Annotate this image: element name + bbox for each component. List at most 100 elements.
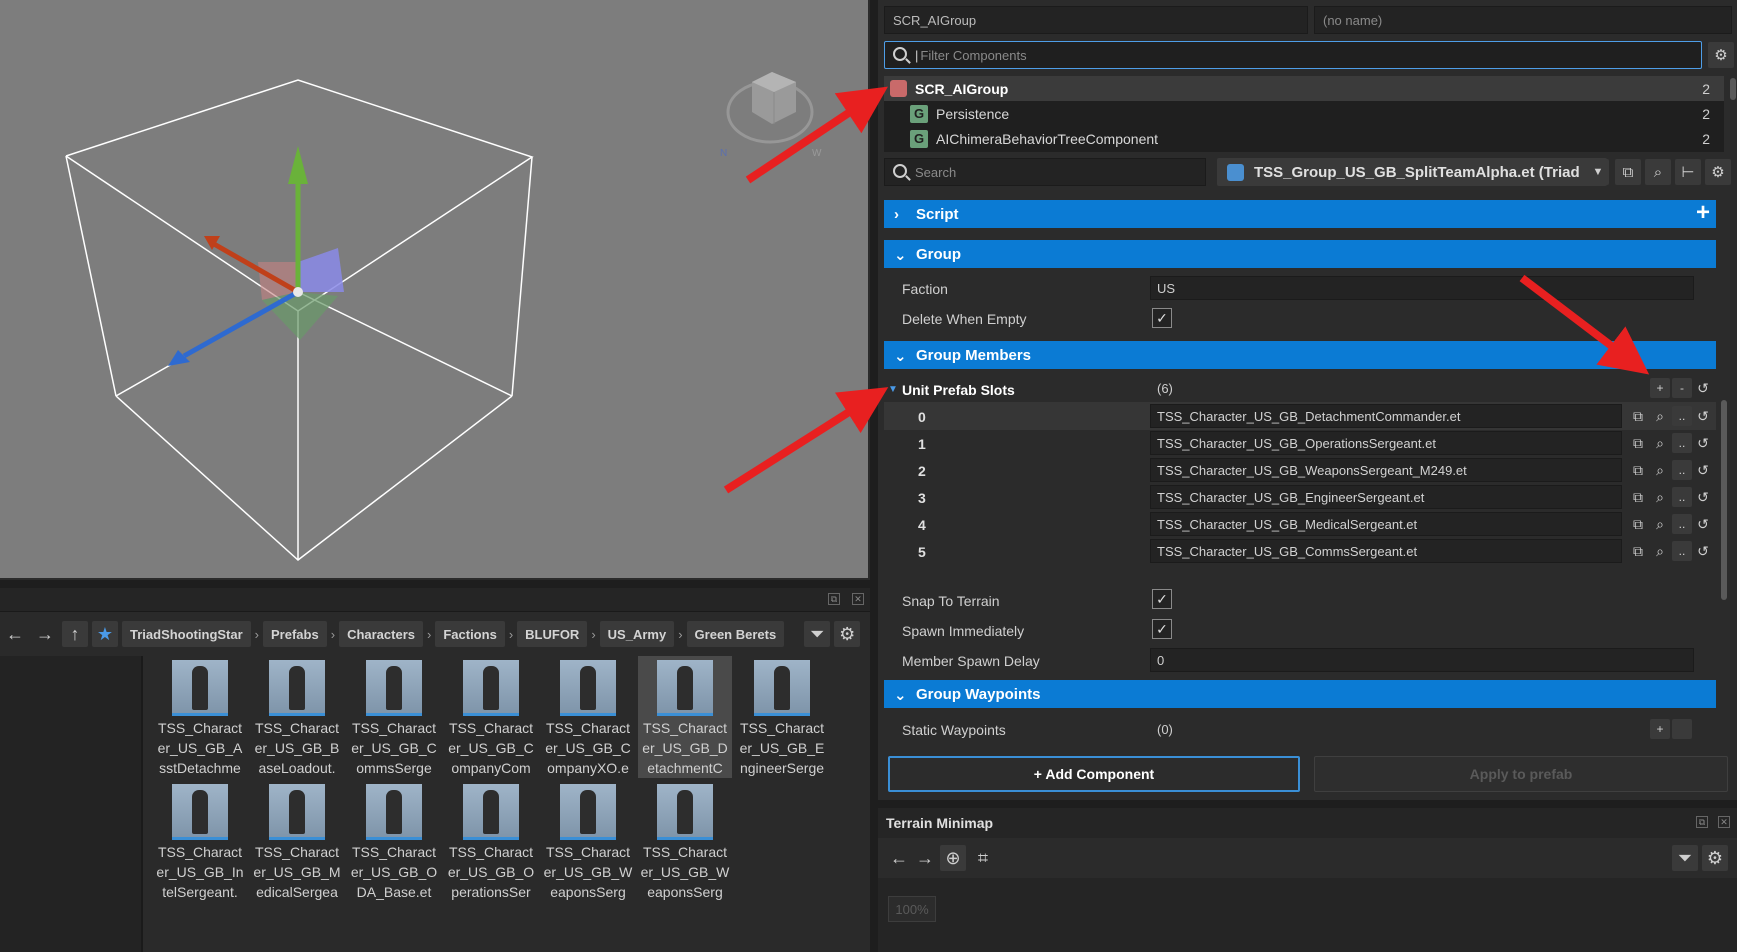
browse-dots-button[interactable]: .. [1672,487,1692,507]
slot-prefab-field[interactable]: TSS_Character_US_GB_WeaponsSergeant_M249… [1150,458,1622,482]
locate-search-icon[interactable]: ⌕ [1650,406,1670,426]
add-slot-button[interactable]: + [1650,378,1670,398]
slot-prefab-field[interactable]: TSS_Character_US_GB_MedicalSergeant.et [1150,512,1622,536]
component-item[interactable]: G AIChimeraBehaviorTreeComponent 2 [884,126,1724,151]
gear-icon[interactable]: ⚙ [1705,159,1731,185]
close-icon[interactable]: ✕ [852,593,864,605]
breadcrumb-item[interactable]: Green Berets [686,621,785,647]
section-group-waypoints[interactable]: ⌄ Group Waypoints [884,680,1716,708]
locate-search-icon[interactable]: ⌕ [1645,159,1671,185]
breadcrumb-item[interactable]: BLUFOR [517,621,588,647]
filter-components-input[interactable]: | Filter Components [884,41,1702,69]
browse-dots-button[interactable]: .. [1672,541,1692,561]
expand-triangle-icon[interactable]: ▼ [888,384,898,395]
asset-tile[interactable]: TSS_Character_US_GB_ODA_Base.et [347,780,441,902]
snap-to-terrain-checkbox[interactable]: ✓ [1152,589,1172,609]
breadcrumb-item[interactable]: US_Army [599,621,675,647]
browse-dots-button[interactable]: .. [1672,514,1692,534]
gear-icon[interactable]: ⚙ [834,621,861,647]
section-group-members[interactable]: ⌄ Group Members [884,341,1716,369]
apply-to-prefab-button[interactable]: Apply to prefab [1314,756,1728,792]
remove-waypoint-button[interactable] [1672,719,1692,739]
hierarchy-icon[interactable]: ⊢ [1675,159,1701,185]
open-external-icon[interactable]: ⧉ [1628,541,1648,561]
breadcrumb-item[interactable]: TriadShootingStar [122,621,251,647]
locate-search-icon[interactable]: ⌕ [1650,487,1670,507]
asset-tile[interactable]: TSS_Character_US_GB_MedicalSergea [250,780,344,902]
minimap-zoom-level[interactable]: 100% [888,896,936,922]
prefab-dropdown-chevron-icon[interactable]: ▼ [1587,159,1609,185]
asset-tile[interactable]: TSS_Character_US_GB_AsstDetachme [153,656,247,778]
forward-arrow-icon[interactable]: → [912,845,938,871]
slot-prefab-field[interactable]: TSS_Character_US_GB_CommsSergeant.et [1150,539,1622,563]
gear-icon[interactable]: ⚙ [1708,42,1734,68]
undock-icon[interactable]: ⧉ [1696,816,1708,828]
scene-viewport[interactable]: N W [0,0,870,580]
open-external-icon[interactable]: ⧉ [1615,159,1641,185]
crosshair-icon[interactable]: ⊕ [940,845,966,871]
asset-tile[interactable]: TSS_Character_US_GB_DetachmentC [638,656,732,778]
filter-funnel-icon[interactable]: ⏷ [804,621,831,647]
open-external-icon[interactable]: ⧉ [1628,514,1648,534]
locate-search-icon[interactable]: ⌕ [1650,433,1670,453]
properties-scrollbar[interactable] [1721,400,1727,600]
locate-search-icon[interactable]: ⌕ [1650,541,1670,561]
breadcrumb-item[interactable]: Prefabs [263,621,327,647]
open-external-icon[interactable]: ⧉ [1628,487,1648,507]
asset-tile[interactable]: TSS_Character_US_GB_WeaponsSerg [638,780,732,902]
browse-dots-button[interactable]: .. [1672,433,1692,453]
prefab-selector[interactable]: TSS_Group_US_GB_SplitTeamAlpha.et (Triad [1217,158,1607,186]
folder-tree[interactable] [0,656,143,952]
slot-prefab-field[interactable]: TSS_Character_US_GB_OperationsSergeant.e… [1150,431,1622,455]
reset-icon[interactable]: ↺ [1693,487,1713,507]
crop-icon[interactable]: ⌗ [970,845,996,871]
add-script-icon[interactable]: + [1696,201,1710,225]
undock-icon[interactable]: ⧉ [828,593,840,605]
asset-tile[interactable]: TSS_Character_US_GB_EngineerSerge [735,656,829,778]
slot-prefab-field[interactable]: TSS_Character_US_GB_DetachmentCommander.… [1150,404,1622,428]
asset-tile[interactable]: TSS_Character_US_GB_IntelSergeant. [153,780,247,902]
locate-search-icon[interactable]: ⌕ [1650,460,1670,480]
breadcrumb-item[interactable]: Characters [339,621,423,647]
reset-icon[interactable]: ↺ [1693,514,1713,534]
reset-icon[interactable]: ↺ [1693,433,1713,453]
member-spawn-delay-field[interactable]: 0 [1150,648,1694,672]
back-arrow-icon[interactable]: ← [2,621,28,647]
section-group[interactable]: ⌄ Group [884,240,1716,268]
filter-funnel-icon[interactable]: ⏷ [1672,845,1698,871]
asset-tile[interactable]: TSS_Character_US_GB_CompanyCom [444,656,538,778]
asset-tile[interactable]: TSS_Character_US_GB_BaseLoadout. [250,656,344,778]
add-waypoint-button[interactable]: + [1650,719,1670,739]
up-arrow-icon[interactable]: ↑ [62,621,88,647]
remove-slot-button[interactable]: - [1672,378,1692,398]
component-item[interactable]: SCR_AIGroup 2 [884,76,1724,101]
reset-icon[interactable]: ↺ [1693,541,1713,561]
forward-arrow-icon[interactable]: → [32,621,58,647]
spawn-immediately-checkbox[interactable]: ✓ [1152,619,1172,639]
close-icon[interactable]: ✕ [1718,816,1730,828]
section-script[interactable]: › Script + [884,200,1716,228]
component-item[interactable]: G Persistence 2 [884,101,1724,126]
browse-dots-button[interactable]: .. [1672,406,1692,426]
back-arrow-icon[interactable]: ← [886,845,912,871]
locate-search-icon[interactable]: ⌕ [1650,514,1670,534]
breadcrumb-item[interactable]: Factions [435,621,505,647]
open-external-icon[interactable]: ⧉ [1628,406,1648,426]
asset-tile[interactable]: TSS_Character_US_GB_CommsSerge [347,656,441,778]
slot-prefab-field[interactable]: TSS_Character_US_GB_EngineerSergeant.et [1150,485,1622,509]
reset-icon[interactable]: ↺ [1693,378,1713,398]
reset-icon[interactable]: ↺ [1693,406,1713,426]
asset-tile[interactable]: TSS_Character_US_GB_WeaponsSerg [541,780,635,902]
browse-dots-button[interactable]: .. [1672,460,1692,480]
reset-icon[interactable]: ↺ [1693,460,1713,480]
favorite-star-icon[interactable]: ★ [92,621,118,647]
add-component-button[interactable]: + Add Component [888,756,1300,792]
property-search-input[interactable]: Search [884,158,1206,186]
component-list-scrollbar[interactable] [1730,78,1736,100]
faction-field[interactable]: US [1150,276,1694,300]
asset-tile[interactable]: TSS_Character_US_GB_CompanyXO.e [541,656,635,778]
open-external-icon[interactable]: ⧉ [1628,460,1648,480]
asset-tile[interactable]: TSS_Character_US_GB_OperationsSer [444,780,538,902]
gear-icon[interactable]: ⚙ [1702,845,1728,871]
entity-name-field[interactable]: (no name) [1314,6,1732,34]
